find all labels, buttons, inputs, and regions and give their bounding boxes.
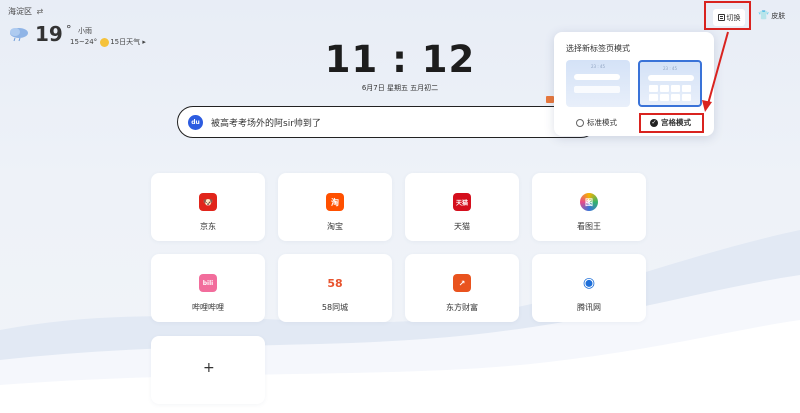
grid-mode-preview[interactable]: 23 : 45 [638,60,702,107]
search-box[interactable]: du 被高考考场外的阿sir帅到了 [177,106,597,138]
58-icon: 58 [326,274,344,292]
shortcut-tile-tmall[interactable]: 天猫 天猫 [405,173,519,241]
preview-search [574,74,620,80]
tile-label: 京东 [200,222,216,231]
tile-label: 天猫 [454,222,470,231]
preview-search [648,75,694,81]
kantuwang-icon: 图 [580,193,598,211]
popup-title: 选择新标签页模式 [566,44,630,53]
skin-label: 皮肤 [771,12,786,20]
eastmoney-icon: ↗ [453,274,471,292]
shortcut-tile-jd[interactable]: 🐶 京东 [151,173,265,241]
bilibili-icon: bili [199,274,217,292]
doodle-mark [546,96,554,103]
standard-mode-label: 标准模式 [587,118,617,127]
qq-news-icon: ◉ [580,274,598,292]
tile-label: 腾讯网 [577,303,601,312]
weather-condition: 小雨 [78,27,92,35]
search-input[interactable]: 被高考考场外的阿sir帅到了 [211,116,321,129]
tile-label: 淘宝 [327,222,343,231]
annotation-box-switch [704,1,751,30]
preview-tiles [649,85,691,101]
swap-location-icon[interactable]: ⇄ [37,7,44,16]
tile-label: 东方财富 [446,303,478,312]
shortcut-tile-taobao[interactable]: 淘 淘宝 [278,173,392,241]
taobao-icon: 淘 [326,193,344,211]
preview-time: 23 : 45 [662,66,678,71]
shortcut-tile-eastmoney[interactable]: ↗ 东方财富 [405,254,519,322]
tile-label: 哔哩哔哩 [192,303,224,312]
standard-mode-preview[interactable]: 23 : 45 [566,60,630,107]
district-label: 海淀区 [8,7,32,16]
tile-label: 看图王 [577,222,601,231]
skin-button[interactable]: 👕 皮肤 [758,11,785,21]
shortcut-tile-kantuwang[interactable]: 图 看图王 [532,173,646,241]
degree-symbol: ° [66,23,72,36]
jd-icon: 🐶 [199,193,217,211]
add-shortcut-tile[interactable]: + [151,336,265,404]
annotation-box-grid-mode [639,113,704,133]
shortcut-tile-qq-news[interactable]: ◉ 腾讯网 [532,254,646,322]
tmall-icon: 天猫 [453,193,471,211]
tile-label: 58同城 [321,303,349,312]
shirt-icon: 👕 [758,11,770,21]
shortcut-tile-58[interactable]: 58 58同城 [278,254,392,322]
shortcut-tile-bilibili[interactable]: bili 哔哩哔哩 [151,254,265,322]
preview-time: 23 : 45 [590,64,606,69]
plus-icon: + [203,360,215,376]
standard-mode-option[interactable]: 标准模式 [576,117,617,128]
preview-bar [574,86,620,93]
baidu-icon[interactable]: du [188,114,203,130]
radio-unchecked-icon [576,118,584,127]
